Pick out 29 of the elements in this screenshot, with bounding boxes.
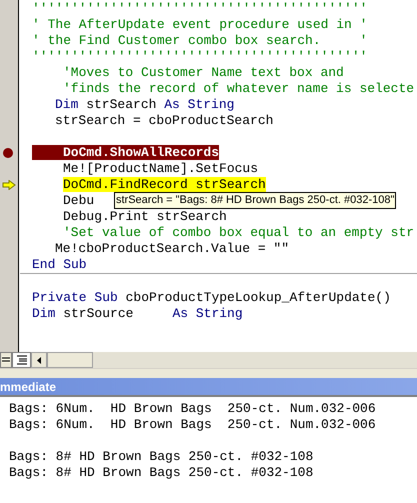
output-line: Bags: 6Num. HD Brown Bags 250-ct. Num.032-006 [9, 401, 376, 416]
code-line: 'Moves to Customer Name text box and [63, 65, 344, 80]
left-triangle-icon [37, 356, 41, 364]
code-line: ''''''''''''''''''''''''''''''''''''''''''' [32, 1, 368, 16]
code-line: Private Sub cboProductTypeLookup_AfterUpdate() [32, 290, 391, 305]
code-line: Me![ProductName].SetFocus [63, 161, 258, 176]
output-line: Bags: 6Num. HD Brown Bags 250-ct. Num.032-006 [9, 417, 376, 432]
code-line: strSearch = cboProductSearch [55, 113, 274, 128]
lines-icon [16, 355, 26, 365]
code-line: Debu [63, 193, 94, 208]
code-line: ''''''''''''''''''''''''''''''''''''''''''' [32, 49, 368, 64]
output-line: Bags: 8# HD Brown Bags 250-ct. #032-108 [9, 449, 314, 464]
procedure-view-button[interactable] [0, 352, 12, 368]
scrollbar-thumb[interactable] [47, 352, 93, 368]
module-view-button[interactable] [12, 352, 31, 368]
code-line: 'finds the record of whatever name is selecte [63, 81, 414, 96]
code-line: Dim strSearch As String [55, 97, 234, 112]
lines-icon [2, 357, 10, 363]
code-line: ' The AfterUpdate event procedure used in ' [32, 17, 368, 32]
pane-title: mmediate [0, 378, 56, 394]
code-line: ' the Find Customer combo box search. ' [32, 33, 368, 48]
output-line: Bags: 8# HD Brown Bags 250-ct. #032-108 [9, 465, 314, 480]
code-line: Me!cboProductSearch.Value = "" [55, 241, 290, 256]
data-tip: strSearch = "Bags: 8# HD Brown Bags 250-ct. #032-108" [114, 192, 396, 209]
code-line: Dim strSource As String [32, 306, 243, 321]
code-line: End Sub [32, 257, 87, 272]
code-line: Debug.Print strSearch [63, 209, 227, 224]
code-line: 'Set value of combo box equal to an empty str [63, 225, 414, 240]
scroll-left-button[interactable] [31, 352, 47, 368]
